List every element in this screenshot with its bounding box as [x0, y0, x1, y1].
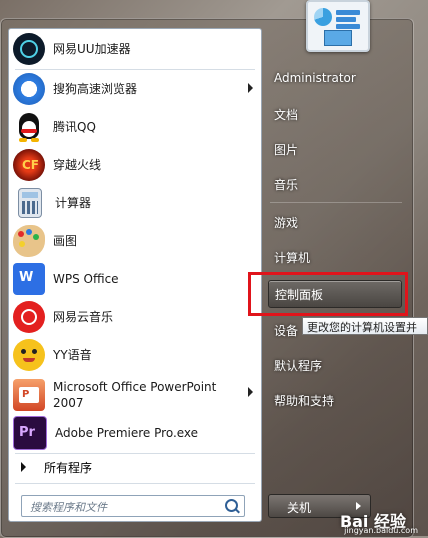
program-item[interactable]: W WPS Office	[13, 261, 257, 297]
documents-link[interactable]: 文档	[274, 106, 298, 123]
expand-arrow-icon	[21, 462, 26, 472]
program-item[interactable]: 网易云音乐	[13, 299, 257, 335]
help-link[interactable]: 帮助和支持	[274, 392, 334, 409]
watermark-url: jingyan.baidu.com	[344, 526, 418, 535]
paint-palette-icon	[13, 225, 45, 257]
user-picture[interactable]	[306, 0, 370, 52]
program-item[interactable]: P Microsoft Office PowerPoint 2007	[13, 375, 257, 415]
wps-icon: W	[13, 263, 45, 295]
program-item[interactable]: YY语音	[13, 337, 257, 373]
calculator-icon	[18, 188, 42, 218]
sogou-browser-icon	[13, 73, 45, 105]
user-name-link[interactable]: Administrator	[274, 71, 356, 85]
search-icon[interactable]	[225, 499, 238, 512]
program-item[interactable]: 搜狗高速浏览器	[13, 71, 257, 107]
computer-link[interactable]: 计算机	[274, 249, 310, 266]
monitor-icon	[324, 30, 352, 46]
default-programs-link[interactable]: 默认程序	[274, 357, 322, 374]
crossfire-icon: CF	[13, 149, 45, 181]
program-item[interactable]: Pr Adobe Premiere Pro.exe	[13, 415, 257, 451]
pictures-link[interactable]: 图片	[274, 141, 298, 158]
program-item[interactable]: 腾讯QQ	[13, 109, 257, 145]
program-item[interactable]: 画图	[13, 223, 257, 259]
uu-accelerator-icon	[13, 33, 45, 65]
program-item[interactable]: CF 穿越火线	[13, 147, 257, 183]
submenu-arrow-icon	[248, 387, 253, 397]
program-item[interactable]: 网易UU加速器	[13, 31, 257, 67]
program-item[interactable]: 计算器	[13, 185, 257, 221]
powerpoint-icon: P	[13, 379, 45, 411]
programs-panel: 网易UU加速器 搜狗高速浏览器 腾讯QQ CF 穿越火线 计算器 画图 W WP…	[8, 28, 262, 522]
tooltip: 更改您的计算机设置并	[302, 317, 428, 335]
devices-link[interactable]: 设备	[274, 322, 298, 339]
premiere-icon: Pr	[13, 416, 47, 450]
highlight-box	[248, 272, 408, 316]
chart-pie-icon	[314, 8, 332, 26]
all-programs-button[interactable]: 所有程序	[13, 456, 257, 478]
qq-penguin-icon	[13, 111, 45, 143]
games-link[interactable]: 游戏	[274, 214, 298, 231]
netease-music-icon	[13, 301, 45, 333]
submenu-arrow-icon	[248, 83, 253, 93]
music-link[interactable]: 音乐	[274, 176, 298, 193]
search-input[interactable]: 搜索程序和文件	[21, 495, 245, 517]
yy-voice-icon	[13, 339, 45, 371]
